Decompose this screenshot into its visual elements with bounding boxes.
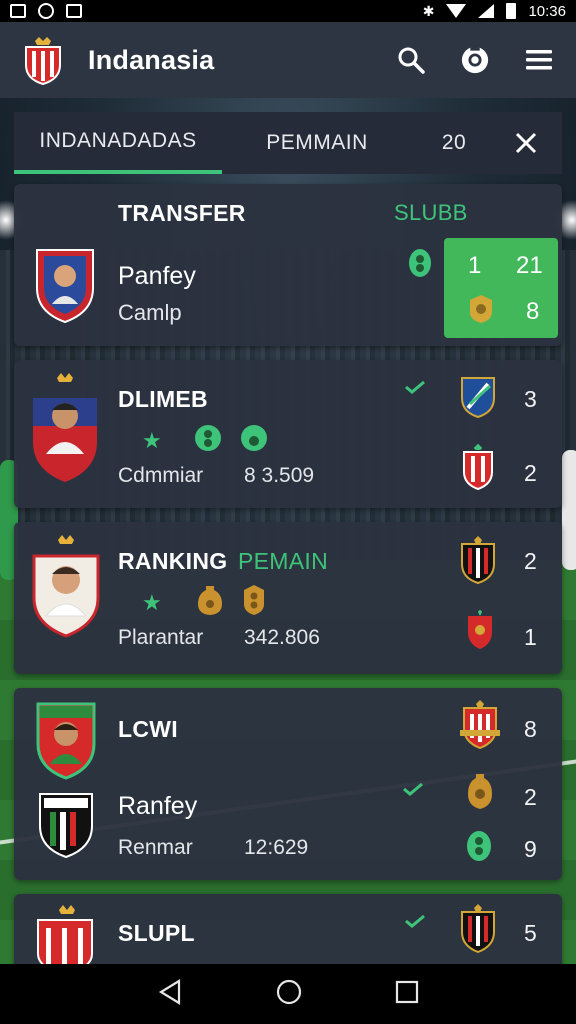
- club-badge-icon: [460, 904, 496, 959]
- ranking-card[interactable]: RANKING PEMAIN ★ Plarantar 342.806 2 1: [14, 522, 562, 674]
- player-subtitle: Camlp: [118, 300, 182, 325]
- club-badge-icon: [460, 536, 496, 589]
- tab-bar: INDANADADAS PEMMAIN 20: [14, 112, 562, 174]
- gold-badge-icon: [196, 584, 224, 621]
- player-crest-icon: [32, 534, 100, 643]
- check-icon: [405, 914, 425, 928]
- app-title: Indanasia: [88, 44, 215, 75]
- gold-badge-icon: [240, 584, 268, 621]
- club-logo-icon[interactable]: [22, 35, 64, 86]
- card-title: DLIMEB: [118, 386, 208, 412]
- card-title: LCWI: [118, 716, 178, 742]
- battery-icon: [506, 3, 517, 19]
- lcwi-card[interactable]: LCWI Ranfey Renmar 12:629 8 2 9: [14, 688, 562, 880]
- player-crest-icon: [32, 372, 98, 489]
- stat-label: Cdmmiar: [118, 464, 204, 487]
- camera-icon[interactable]: [460, 45, 490, 75]
- player-name: Ranfey: [118, 792, 198, 820]
- card-title: TRANSFER: [118, 200, 246, 226]
- menu-icon[interactable]: [524, 45, 554, 75]
- transfer-card[interactable]: TRANSFER SLUBB Panfey Camlp 1 21 8: [14, 184, 562, 346]
- stat-number: 2: [524, 460, 537, 486]
- bluetooth-icon: ✱: [422, 2, 435, 19]
- stat-number: 9: [524, 836, 537, 862]
- stat-label: Plarantar: [118, 626, 204, 649]
- stat-number: 3: [524, 386, 537, 412]
- stat-number: 2: [524, 784, 537, 810]
- stat-value: 8 3.509: [244, 464, 315, 487]
- search-icon[interactable]: [396, 45, 426, 75]
- score-value: 1: [468, 252, 482, 279]
- green-badge-icon: [194, 424, 222, 457]
- star-icon: ★: [142, 428, 162, 453]
- gold-badge-icon: [468, 294, 494, 329]
- check-icon: [403, 782, 423, 796]
- stat-value: 12:629: [244, 836, 309, 859]
- player-crest-icon: [34, 244, 96, 329]
- player-crest-icon: [36, 700, 96, 785]
- status-time: 10:36: [528, 2, 566, 20]
- club-crest-icon: [38, 790, 94, 863]
- card-title: SLUPL: [118, 920, 195, 946]
- dlimeb-card[interactable]: DLIMEB ★ Cdmmiar 8 3.509 3 2: [14, 360, 562, 508]
- recents-icon[interactable]: [395, 980, 419, 1009]
- stat-number: 5: [524, 920, 537, 946]
- score-value: 21: [516, 252, 543, 279]
- star-icon: ★: [142, 590, 162, 615]
- card-tag: PEMAIN: [238, 548, 328, 574]
- card-title: RANKING: [118, 548, 228, 574]
- club-badge-icon: [460, 700, 500, 755]
- stat-number: 1: [524, 624, 537, 650]
- score-box[interactable]: 1 21 8: [444, 238, 558, 338]
- status-bar: ✱ 10:36: [0, 0, 576, 22]
- background-player: [562, 450, 576, 570]
- green-badge-icon: [466, 830, 492, 867]
- back-icon[interactable]: [157, 978, 183, 1010]
- club-badge-icon: [460, 374, 496, 423]
- club-badge-icon: [408, 248, 432, 283]
- stat-value: 342.806: [244, 626, 320, 649]
- check-icon: [405, 380, 425, 394]
- tab-indanadadas[interactable]: INDANADADAS: [14, 112, 222, 174]
- score-value: 8: [526, 298, 540, 325]
- club-badge-icon: [462, 442, 494, 495]
- gold-badge-icon: [466, 772, 494, 815]
- notification-icon: [10, 4, 26, 18]
- home-icon[interactable]: [276, 979, 302, 1010]
- player-name: Panfey: [118, 262, 196, 290]
- stat-number: 2: [524, 548, 537, 574]
- download-icon: [66, 4, 82, 18]
- stat-label: Renmar: [118, 836, 193, 859]
- navigation-bar: [0, 964, 576, 1024]
- club-badge-icon: [466, 608, 494, 655]
- wifi-icon: [446, 4, 467, 18]
- card-tag: SLUBB: [394, 200, 468, 225]
- app-bar: Indanasia: [0, 22, 576, 98]
- tab-pemmain[interactable]: PEMMAIN: [222, 112, 412, 174]
- stat-number: 8: [524, 716, 537, 742]
- tab-20[interactable]: 20: [424, 112, 484, 174]
- green-badge-icon: [240, 424, 268, 457]
- sync-icon: [38, 3, 54, 19]
- signal-icon: [478, 4, 495, 18]
- slupl-card[interactable]: SLUPL 5: [14, 894, 562, 976]
- close-icon[interactable]: [506, 123, 546, 163]
